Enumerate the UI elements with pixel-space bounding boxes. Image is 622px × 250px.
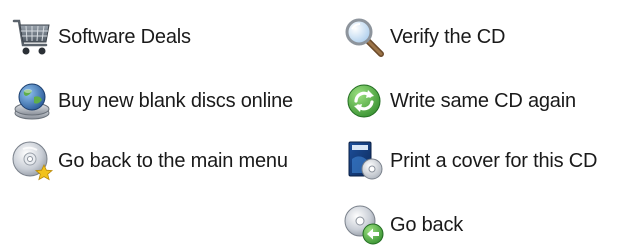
- write-same-cd-again-label: Write same CD again: [390, 89, 576, 112]
- software-deals-link[interactable]: Software Deals: [8, 12, 191, 62]
- green-refresh-icon: [340, 77, 388, 125]
- shopping-cart-icon: [8, 13, 56, 61]
- go-back-label: Go back: [390, 213, 464, 236]
- software-deals-label: Software Deals: [58, 25, 191, 48]
- go-back-main-menu-link[interactable]: Go back to the main menu: [8, 136, 288, 186]
- go-back-link[interactable]: Go back: [340, 200, 463, 250]
- verify-cd-label: Verify the CD: [390, 25, 506, 48]
- print-cover-label: Print a cover for this CD: [390, 149, 598, 172]
- magnifier-icon: [340, 13, 388, 61]
- buy-blank-discs-label: Buy new blank discs online: [58, 89, 293, 112]
- dvd-case-icon: [340, 137, 388, 185]
- print-cover-link[interactable]: Print a cover for this CD: [340, 136, 597, 186]
- disc-back-arrow-icon: [340, 201, 388, 249]
- write-same-cd-again-link[interactable]: Write same CD again: [340, 76, 576, 126]
- go-back-main-menu-label: Go back to the main menu: [58, 149, 288, 172]
- buy-blank-discs-link[interactable]: Buy new blank discs online: [8, 76, 293, 126]
- disc-star-icon: [8, 137, 56, 185]
- disc-globe-icon: [8, 77, 56, 125]
- verify-cd-link[interactable]: Verify the CD: [340, 12, 505, 62]
